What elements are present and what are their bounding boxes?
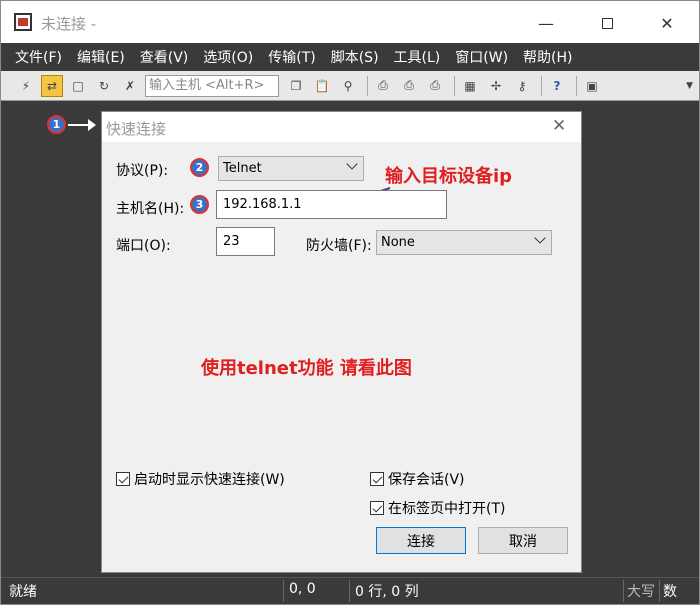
open-in-tab-checkbox-row[interactable]: 在标签页中打开(T) (370, 498, 505, 518)
print-preview-icon[interactable]: ⎙ (424, 75, 446, 97)
protocol-label: 协议(P): (116, 163, 169, 179)
host-input[interactable]: 输入主机 <Alt+R> (145, 74, 279, 97)
startup-checkbox[interactable] (116, 472, 130, 486)
print-icon[interactable]: ⎙ (372, 75, 394, 97)
quick-connect-dialog: 快速连接 ✕ 协议(P): 2 Telnet 输入目标设备ip 主机名(H): … (101, 111, 582, 573)
status-cursor: 0, 0 (289, 581, 316, 597)
menu-bar: 文件(F) 编辑(E) 查看(V) 选项(O) 传输(T) 脚本(S) 工具(L… (1, 43, 699, 71)
copy-icon[interactable]: ❐ (285, 75, 307, 97)
reconnect-icon[interactable]: ↻ (93, 75, 115, 97)
firewall-label: 防火墙(F): (306, 238, 372, 254)
status-divider (659, 580, 660, 602)
menu-edit[interactable]: 编辑(E) (77, 47, 125, 67)
toolbar-separator (367, 75, 368, 96)
menu-window[interactable]: 窗口(W) (455, 47, 508, 67)
dialog-close-button[interactable]: ✕ (552, 116, 566, 136)
toolbar-separator (576, 75, 577, 96)
menu-help[interactable]: 帮助(H) (523, 47, 572, 67)
toolbar-separator (541, 75, 542, 96)
status-caps: 大写 (627, 584, 655, 600)
maximize-icon (601, 17, 613, 29)
help-icon[interactable]: ? (546, 75, 568, 97)
open-in-tab-checkbox-label: 在标签页中打开(T) (388, 501, 506, 517)
chevron-down-icon (534, 232, 546, 244)
title-bar: 未连接 - — ✕ (1, 1, 699, 43)
status-divider (283, 580, 284, 602)
cancel-button[interactable]: 取消 (478, 527, 568, 554)
status-bar: 就绪 0, 0 0 行, 0 列 大写 数 (1, 577, 699, 604)
dialog-title-bar: 快速连接 ✕ (102, 112, 581, 142)
maximize-button[interactable] (584, 9, 630, 37)
save-session-checkbox[interactable] (370, 472, 384, 486)
menu-tools[interactable]: 工具(L) (394, 47, 441, 67)
step-marker-2: 2 (190, 158, 209, 177)
menu-view[interactable]: 查看(V) (140, 47, 189, 67)
find-icon[interactable]: ⚲ (337, 75, 359, 97)
dialog-title: 快速连接 (106, 120, 167, 138)
disconnect-icon[interactable]: ✗ (119, 75, 141, 97)
protocol-select[interactable]: Telnet (218, 156, 364, 181)
connect-button[interactable]: 连接 (376, 527, 466, 554)
menu-transfer[interactable]: 传输(T) (268, 47, 315, 67)
close-button[interactable]: ✕ (644, 9, 690, 37)
toolbar-separator (454, 75, 455, 96)
save-session-checkbox-row[interactable]: 保存会话(V) (370, 469, 465, 489)
quick-connect-icon[interactable]: ⇄ (41, 74, 63, 97)
startup-checkbox-row[interactable]: 启动时显示快速连接(W) (116, 469, 285, 489)
status-divider (623, 580, 624, 602)
port-label: 端口(O): (116, 238, 171, 254)
host-label: 主机名(H): (116, 201, 185, 217)
global-options-icon[interactable]: ✢ (485, 75, 507, 97)
dialog-body: 协议(P): 2 Telnet 输入目标设备ip 主机名(H): 3 192.1… (102, 142, 581, 572)
arrow-annotation (68, 119, 96, 131)
minimize-button[interactable]: — (523, 9, 569, 37)
status-num: 数 (663, 584, 677, 600)
status-divider (349, 580, 350, 602)
key-icon[interactable]: ⚷ (511, 75, 533, 97)
step-marker-1: 1 (47, 115, 66, 134)
chevron-down-icon (346, 158, 358, 170)
annotation-telnet-hint: 使用telnet功能 请看此图 (201, 358, 412, 379)
firewall-value: None (381, 235, 415, 250)
toolbar: ⚡ ⇄ □ ↻ ✗ 输入主机 <Alt+R> ❐ 📋 ⚲ ⎙ ⎙ ⎙ ▦ ✢ ⚷… (1, 71, 699, 101)
hostname-input[interactable]: 192.168.1.1 (216, 190, 447, 219)
menu-script[interactable]: 脚本(S) (331, 47, 379, 67)
about-icon[interactable]: ▣ (581, 75, 603, 97)
toolbar-overflow-icon[interactable]: ▼ (686, 81, 693, 91)
window-title: 未连接 - (41, 15, 97, 33)
save-session-checkbox-label: 保存会话(V) (388, 472, 465, 488)
open-in-tab-checkbox[interactable] (370, 501, 384, 515)
paste-icon[interactable]: 📋 (311, 75, 333, 97)
port-input[interactable]: 23 (216, 227, 275, 256)
session-options-icon[interactable]: ▦ (459, 75, 481, 97)
app-icon (14, 13, 32, 31)
firewall-select[interactable]: None (376, 230, 552, 255)
print-setup-icon[interactable]: ⎙ (398, 75, 420, 97)
annotation-target-ip: 输入目标设备ip (385, 166, 513, 187)
step-marker-3: 3 (190, 195, 209, 214)
status-position: 0 行, 0 列 (355, 584, 419, 600)
menu-file[interactable]: 文件(F) (15, 47, 62, 67)
session-tab-icon[interactable]: □ (67, 75, 89, 97)
menu-options[interactable]: 选项(O) (203, 47, 253, 67)
protocol-value: Telnet (223, 161, 262, 176)
connect-icon[interactable]: ⚡ (15, 75, 37, 97)
status-ready: 就绪 (9, 584, 37, 600)
startup-checkbox-label: 启动时显示快速连接(W) (134, 472, 285, 488)
